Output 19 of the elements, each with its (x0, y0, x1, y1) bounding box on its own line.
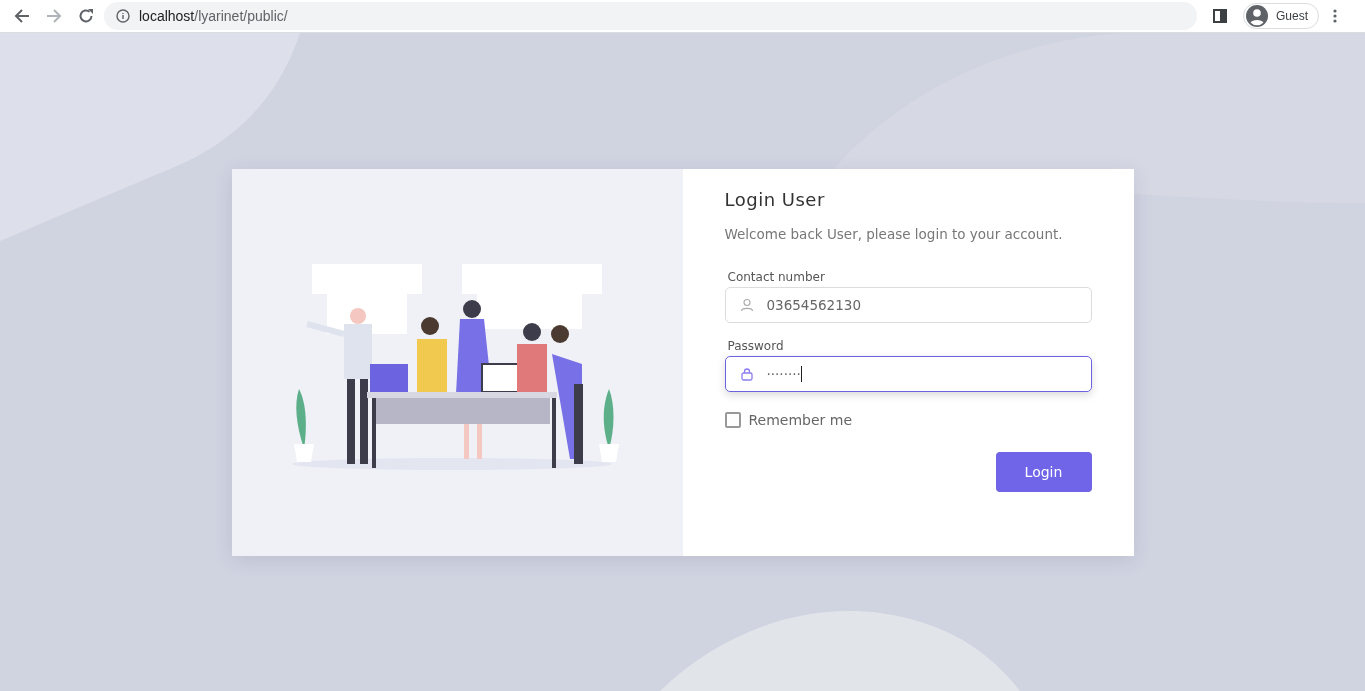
form-title: Login User (724, 189, 826, 210)
side-panel-icon[interactable] (1213, 9, 1227, 23)
password-field[interactable]: ········ (724, 356, 1092, 392)
reload-icon[interactable] (78, 8, 94, 24)
lock-icon (739, 367, 754, 381)
back-arrow-icon[interactable] (14, 8, 30, 24)
user-icon (739, 298, 754, 312)
address-bar[interactable]: localhost/lyarinet/public/ (104, 2, 1197, 30)
avatar-icon (1246, 5, 1268, 27)
url-text: localhost/lyarinet/public/ (139, 8, 288, 24)
menu-icon[interactable] (1333, 9, 1337, 23)
field-label: Contact number (727, 270, 826, 284)
remember-checkbox[interactable] (724, 412, 741, 428)
login-button[interactable]: Login (995, 452, 1092, 492)
welcome-text: Welcome back User, please login to your account. (724, 226, 1064, 242)
field-label: Password (727, 339, 785, 353)
info-icon[interactable] (116, 9, 130, 23)
input-field[interactable]: 03654562130 (724, 287, 1092, 323)
remember-label: Remember me (748, 412, 853, 428)
